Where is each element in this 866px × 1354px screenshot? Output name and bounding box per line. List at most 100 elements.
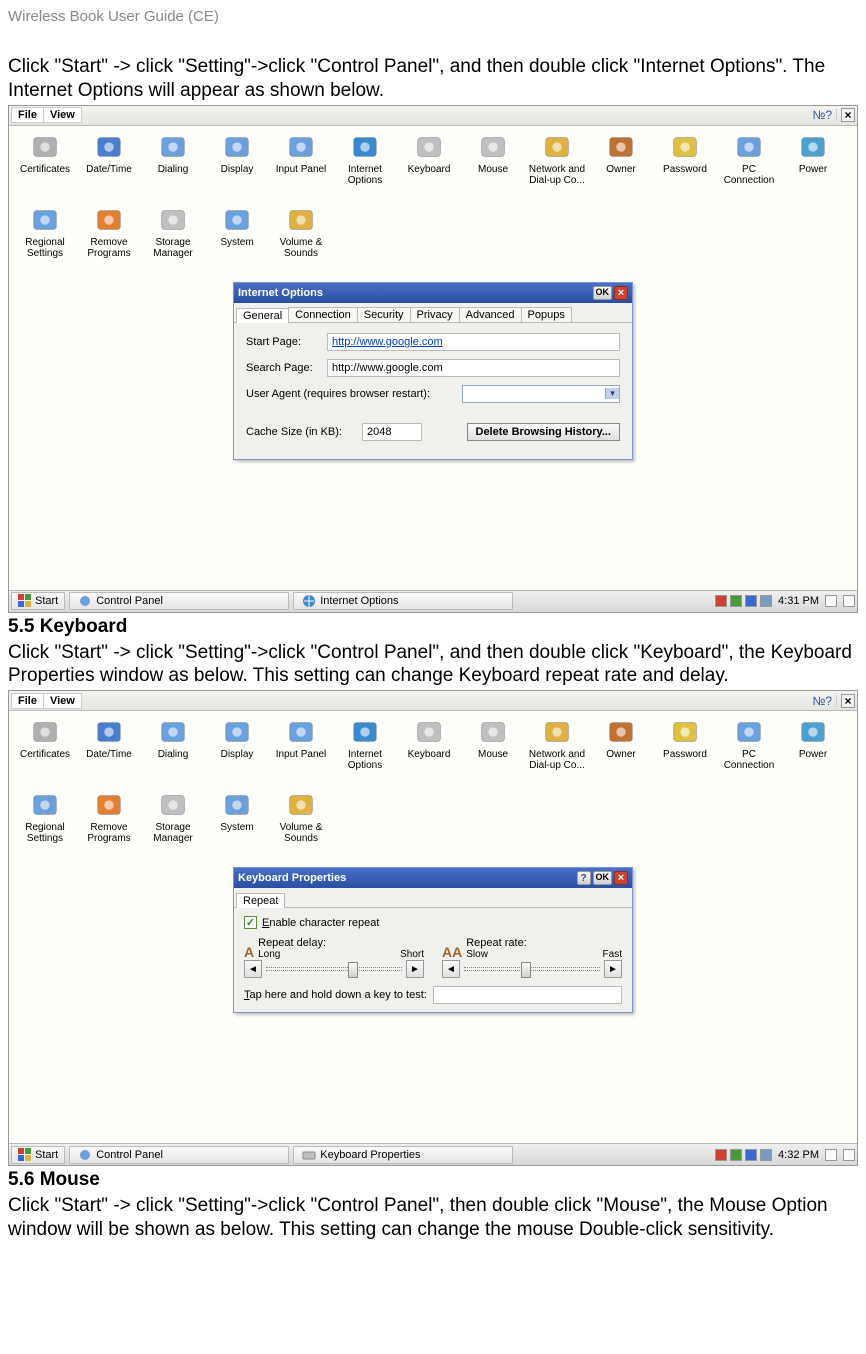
close-icon[interactable]: ×: [841, 108, 855, 122]
cp-item-mouse[interactable]: Mouse: [462, 717, 524, 782]
menu-view[interactable]: View: [43, 107, 82, 123]
cp-item-power[interactable]: Power: [782, 132, 844, 197]
help-icon[interactable]: №?: [812, 694, 832, 708]
cp-item-mouse[interactable]: Mouse: [462, 132, 524, 197]
cp-item-system[interactable]: System: [206, 205, 268, 270]
tab-general[interactable]: General: [236, 308, 289, 323]
desktop-icon[interactable]: [825, 1149, 837, 1161]
cp-item-internet-options[interactable]: Internet Options: [334, 717, 396, 782]
cp-item-password[interactable]: Password: [654, 132, 716, 197]
menu-file[interactable]: File: [11, 693, 44, 709]
cp-item-pc-connection[interactable]: PC Connection: [718, 717, 780, 782]
cp-item-date-time[interactable]: Date/Time: [78, 717, 140, 782]
tray-icon[interactable]: [715, 595, 727, 607]
cp-item-internet-options[interactable]: Internet Options: [334, 132, 396, 197]
dialog-help-icon[interactable]: ?: [577, 871, 591, 885]
cp-item-keyboard[interactable]: Keyboard: [398, 132, 460, 197]
cp-item-remove-programs[interactable]: Remove Programs: [78, 790, 140, 855]
globe-icon: [302, 594, 316, 608]
cp-label: Display: [221, 749, 254, 771]
taskbar-keyboard-properties[interactable]: Keyboard Properties: [293, 1146, 513, 1164]
delete-history-button[interactable]: Delete Browsing History...: [467, 423, 621, 441]
tray-icons: [715, 1149, 772, 1161]
repeat-delay-slider[interactable]: ◄ ►: [244, 960, 424, 978]
tray-icon[interactable]: [730, 595, 742, 607]
desktop-icon[interactable]: [825, 595, 837, 607]
start-button[interactable]: Start: [11, 1146, 65, 1164]
menu-view[interactable]: View: [43, 693, 82, 709]
tray-icon[interactable]: [760, 1149, 772, 1161]
test-input[interactable]: [433, 986, 622, 1004]
start-button[interactable]: Start: [11, 592, 65, 610]
cp-item-power[interactable]: Power: [782, 717, 844, 782]
tab-privacy[interactable]: Privacy: [410, 307, 460, 322]
user-agent-select[interactable]: ▾: [462, 385, 620, 403]
cp-item-owner[interactable]: Owner: [590, 717, 652, 782]
cp-label: Regional Settings: [14, 822, 76, 844]
tray-icon[interactable]: [760, 595, 772, 607]
repeat-delay-label: Repeat delay:: [258, 937, 424, 949]
cp-item-certificates[interactable]: Certificates: [14, 132, 76, 197]
letter-a-icon: A: [244, 944, 254, 960]
repeat-rate-slider[interactable]: ◄ ►: [442, 960, 622, 978]
dialog-close-icon[interactable]: ×: [614, 286, 628, 300]
tray-icon[interactable]: [715, 1149, 727, 1161]
cp-item-owner[interactable]: Owner: [590, 132, 652, 197]
tab-security[interactable]: Security: [357, 307, 411, 322]
help-icon[interactable]: №?: [812, 108, 832, 122]
taskbar-control-panel[interactable]: Control Panel: [69, 592, 289, 610]
tab-advanced[interactable]: Advanced: [459, 307, 522, 322]
clock: 4:32 PM: [778, 1149, 819, 1161]
cp-item-pc-connection[interactable]: PC Connection: [718, 132, 780, 197]
menu-file[interactable]: File: [11, 107, 44, 123]
cp-item-keyboard[interactable]: Keyboard: [398, 717, 460, 782]
cp-item-display[interactable]: Display: [206, 717, 268, 782]
cache-size-label: Cache Size (in KB):: [246, 426, 356, 438]
start-label: Start: [35, 595, 58, 607]
cp-label: Power: [799, 164, 827, 186]
cp-item-dialing[interactable]: Dialing: [142, 132, 204, 197]
right-arrow-icon[interactable]: ►: [604, 960, 622, 978]
enable-repeat-checkbox[interactable]: ✓: [244, 916, 257, 929]
tab-popups[interactable]: Popups: [521, 307, 572, 322]
tray-icon[interactable]: [730, 1149, 742, 1161]
cp-item-dialing[interactable]: Dialing: [142, 717, 204, 782]
cp-item-regional-settings[interactable]: Regional Settings: [14, 205, 76, 270]
dialog-close-icon[interactable]: ×: [614, 871, 628, 885]
cp-item-certificates[interactable]: Certificates: [14, 717, 76, 782]
cp-label: Display: [221, 164, 254, 186]
right-arrow-icon[interactable]: ►: [406, 960, 424, 978]
cp-item-remove-programs[interactable]: Remove Programs: [78, 205, 140, 270]
cache-size-input[interactable]: [362, 423, 422, 441]
ok-button[interactable]: OK: [593, 871, 613, 885]
cp-item-storage-manager[interactable]: Storage Manager: [142, 205, 204, 270]
keyboard-indicator-icon[interactable]: [843, 1149, 855, 1161]
ok-button[interactable]: OK: [593, 286, 613, 300]
start-page-input[interactable]: [327, 333, 620, 351]
cp-item-regional-settings[interactable]: Regional Settings: [14, 790, 76, 855]
close-icon[interactable]: ×: [841, 694, 855, 708]
left-arrow-icon[interactable]: ◄: [244, 960, 262, 978]
search-page-input[interactable]: [327, 359, 620, 377]
cp-item-input-panel[interactable]: Input Panel: [270, 132, 332, 197]
taskbar-internet-options[interactable]: Internet Options: [293, 592, 513, 610]
tray-icon[interactable]: [745, 595, 757, 607]
cp-item-network-and-dial-up-co-[interactable]: Network and Dial-up Co...: [526, 132, 588, 197]
cp-item-system[interactable]: System: [206, 790, 268, 855]
cp-item-storage-manager[interactable]: Storage Manager: [142, 790, 204, 855]
tab-strip: GeneralConnectionSecurityPrivacyAdvanced…: [234, 303, 632, 323]
taskbar-control-panel[interactable]: Control Panel: [69, 1146, 289, 1164]
cp-item-volume-sounds[interactable]: Volume & Sounds: [270, 205, 332, 270]
tray-icons: [715, 595, 772, 607]
left-arrow-icon[interactable]: ◄: [442, 960, 460, 978]
tab-connection[interactable]: Connection: [288, 307, 358, 322]
cp-item-volume-sounds[interactable]: Volume & Sounds: [270, 790, 332, 855]
tab-repeat[interactable]: Repeat: [236, 893, 285, 908]
tray-icon[interactable]: [745, 1149, 757, 1161]
cp-item-network-and-dial-up-co-[interactable]: Network and Dial-up Co...: [526, 717, 588, 782]
cp-item-input-panel[interactable]: Input Panel: [270, 717, 332, 782]
cp-item-display[interactable]: Display: [206, 132, 268, 197]
cp-item-password[interactable]: Password: [654, 717, 716, 782]
cp-item-date-time[interactable]: Date/Time: [78, 132, 140, 197]
keyboard-indicator-icon[interactable]: [843, 595, 855, 607]
